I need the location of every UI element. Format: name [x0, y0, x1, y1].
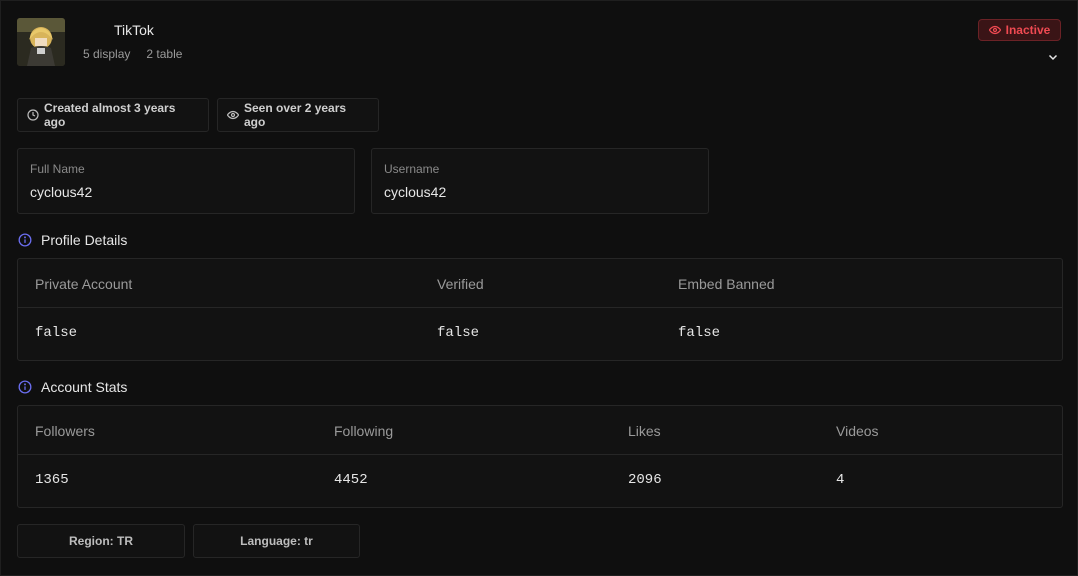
- platform-title: TikTok: [114, 22, 154, 38]
- eye-icon: [227, 109, 239, 121]
- column-header: Following: [334, 423, 394, 439]
- region-chip: Region: TR: [17, 524, 185, 558]
- table-cell: false: [35, 325, 78, 341]
- full-name-field: Full Name cyclous42: [17, 148, 355, 214]
- table-count: 2 table: [146, 47, 183, 61]
- info-icon: [18, 380, 32, 394]
- seen-label: Seen over 2 years ago: [244, 101, 347, 129]
- info-icon: [18, 233, 32, 247]
- language-chip: Language: tr: [193, 524, 360, 558]
- created-pill: Created almost 3 years ago: [17, 98, 209, 132]
- column-header: Likes: [628, 423, 661, 439]
- table-cell: 4452: [334, 472, 368, 488]
- profile-card: TikTok 5 display 2 table Inactive Create…: [0, 0, 1078, 576]
- created-label: Created almost 3 years ago: [44, 101, 176, 129]
- eye-icon: [988, 24, 1001, 36]
- meta-line: 5 display 2 table: [83, 47, 182, 61]
- column-header: Private Account: [35, 276, 133, 292]
- status-label: Inactive: [1005, 23, 1051, 37]
- profile-details-table: Private Account Verified Embed Banned fa…: [17, 258, 1063, 361]
- section-title: Profile Details: [41, 232, 128, 248]
- username-field: Username cyclous42: [371, 148, 709, 214]
- field-label: Username: [384, 162, 440, 176]
- account-stats-table: Followers Following Likes Videos 1365 44…: [17, 405, 1063, 508]
- column-header: Followers: [35, 423, 95, 439]
- table-cell: false: [678, 325, 721, 341]
- seen-pill: Seen over 2 years ago: [217, 98, 379, 132]
- profile-details-heading: Profile Details: [18, 232, 127, 248]
- column-header: Embed Banned: [678, 276, 775, 292]
- avatar: [17, 18, 65, 66]
- display-count: 5 display: [83, 47, 131, 61]
- account-stats-heading: Account Stats: [18, 379, 127, 395]
- field-value: cyclous42: [384, 184, 447, 200]
- column-header: Videos: [836, 423, 879, 439]
- table-cell: 2096: [628, 472, 662, 488]
- status-badge: Inactive: [978, 19, 1061, 41]
- column-header: Verified: [437, 276, 484, 292]
- table-cell: 4: [836, 472, 845, 488]
- field-value: cyclous42: [30, 184, 93, 200]
- clock-icon: [27, 109, 39, 121]
- table-header: Followers Following Likes Videos: [18, 406, 1062, 455]
- table-cell: 1365: [35, 472, 69, 488]
- field-label: Full Name: [30, 162, 85, 176]
- table-header: Private Account Verified Embed Banned: [18, 259, 1062, 308]
- table-cell: false: [437, 325, 480, 341]
- section-title: Account Stats: [41, 379, 128, 395]
- chevron-down-icon[interactable]: [1047, 51, 1059, 63]
